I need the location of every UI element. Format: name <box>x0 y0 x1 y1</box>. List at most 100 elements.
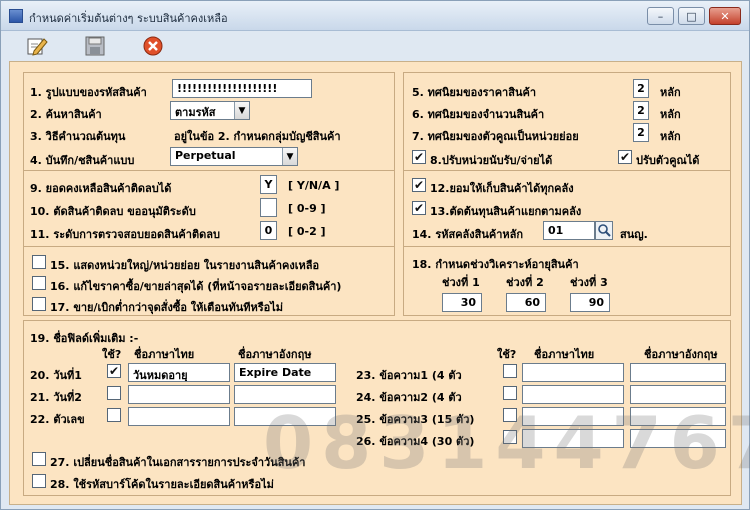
toolbar <box>1 31 749 61</box>
item-6-label: 6. ทศนิยมของจำนวนสินค้า <box>412 108 545 121</box>
number-use-checkbox[interactable] <box>107 408 121 422</box>
text4-thai-input[interactable] <box>522 429 624 448</box>
close-icon: ✕ <box>720 9 730 23</box>
date2-eng-input[interactable] <box>234 385 336 404</box>
title-bar: กำหนดค่าเริ่มต้นต่างๆ ระบบสินค้าคงเหลือ … <box>1 1 749 31</box>
aging-period-3-label: ช่วงที่ 3 <box>570 276 608 289</box>
qty-decimals-input[interactable]: 2 <box>633 101 649 120</box>
col-use-left: ใช้? <box>102 348 122 361</box>
text4-use-checkbox[interactable] <box>503 430 517 444</box>
approval-level-input[interactable] <box>260 198 277 217</box>
edit-price-checkbox[interactable] <box>32 276 46 290</box>
panel-negative-stock: 9. ยอดคงเหลือสินค้าติดลบได้ Y [ Y/N/A ] … <box>23 170 395 248</box>
minimize-button[interactable]: – <box>647 7 674 25</box>
panel-aging: 18. กำหนดช่วงวิเคราะห์อายุสินค้า ช่วงที่… <box>403 246 731 316</box>
panel-decimals: 5. ทศนิยมของราคาสินค้า 2 หลัก 6. ทศนิยมข… <box>403 72 731 176</box>
warehouse-lookup-button[interactable] <box>595 221 613 240</box>
item-27-label: 27. เปลี่ยนชื่อสินค้าในเอกสารรายการประจำ… <box>50 456 306 469</box>
col-thai-right: ชื่อภาษาไทย <box>534 348 595 361</box>
item-17-label: 17. ขาย/เบิกต่ำกว่าจุดสั่งซื้อ ให้เตือนท… <box>50 301 284 314</box>
number-thai-input[interactable] <box>128 407 230 426</box>
main-warehouse-input[interactable]: 01 <box>543 221 595 240</box>
aging-period-1-input[interactable]: 30 <box>442 293 482 312</box>
item-11-hint: [ 0-2 ] <box>288 225 326 238</box>
edit-button[interactable] <box>25 35 49 57</box>
costing-method-value: อยู่ในข้อ 2. กำหนดกลุ่มบัญชีสินค้า <box>174 130 341 143</box>
unit-label-5: หลัก <box>660 86 681 99</box>
unit-label-6: หลัก <box>660 108 681 121</box>
panel-general: 1. รูปแบบของรหัสสินค้า !!!!!!!!!!!!!!!!!… <box>23 72 395 176</box>
item-23-label: 23. ข้อความ1 (4 ตัว <box>356 369 462 382</box>
aging-period-2-input[interactable]: 60 <box>506 293 546 312</box>
warehouse-name: สนญ. <box>620 228 648 241</box>
cancel-icon <box>143 36 163 56</box>
reorder-warning-checkbox[interactable] <box>32 297 46 311</box>
maximize-icon: □ <box>686 9 697 23</box>
text3-use-checkbox[interactable] <box>503 408 517 422</box>
item-15-label: 15. แสดงหน่วยใหญ่/หน่วยย่อย ในรายงานสินค… <box>50 259 320 272</box>
negative-stock-input[interactable]: Y <box>260 175 277 194</box>
item-2-label: 2. ค้นหาสินค้า <box>30 108 102 121</box>
item-8-label: 8.ปรับหน่วยนับรับ/จ่ายได้ <box>430 154 553 167</box>
show-units-checkbox[interactable] <box>32 255 46 269</box>
date1-thai-input[interactable]: วันหมดอายุ <box>128 363 230 382</box>
close-button[interactable]: ✕ <box>709 7 741 25</box>
inventory-mode-value: Perpetual <box>175 149 236 162</box>
search-mode-select[interactable]: ตามรหัส ▼ <box>170 101 250 120</box>
text1-thai-input[interactable] <box>522 363 624 382</box>
date2-use-checkbox[interactable] <box>107 386 121 400</box>
unit-label-7: หลัก <box>660 130 681 143</box>
number-eng-input[interactable] <box>234 407 336 426</box>
item-11-label: 11. ระดับการตรวจสอบยอดสินค้าติดลบ <box>30 228 220 241</box>
item-14-label: 14. รหัสคลังสินค้าหลัก <box>412 228 524 241</box>
col-thai-left: ชื่อภาษาไทย <box>134 348 195 361</box>
app-icon <box>9 9 23 23</box>
inventory-mode-select[interactable]: Perpetual ▼ <box>170 147 298 166</box>
text2-thai-input[interactable] <box>522 385 624 404</box>
date1-eng-input[interactable]: Expire Date <box>234 363 336 382</box>
save-button[interactable] <box>83 35 107 57</box>
item-13-label: 13.ตัดต้นทุนสินค้าแยกตามคลัง <box>430 205 582 218</box>
price-decimals-input[interactable]: 2 <box>633 79 649 98</box>
barcode-checkbox[interactable] <box>32 474 46 488</box>
item-7-label: 7. ทศนิยมของตัวคูณเป็นหน่วยย่อย <box>412 130 579 143</box>
text1-eng-input[interactable] <box>630 363 726 382</box>
cancel-button[interactable] <box>141 35 165 57</box>
text4-eng-input[interactable] <box>630 429 726 448</box>
item-28-label: 28. ใช้รหัสบาร์โค้ดในรายละเอียดสินค้าหรื… <box>50 478 274 491</box>
adjust-multiplier-checkbox[interactable]: ✔ <box>618 150 632 164</box>
minimize-icon: – <box>657 9 664 23</box>
chevron-down-icon: ▼ <box>282 148 297 165</box>
cost-by-warehouse-checkbox[interactable]: ✔ <box>412 201 426 215</box>
edit-icon <box>27 38 48 56</box>
col-use-right: ใช้? <box>497 348 517 361</box>
item-3-label: 3. วิธีคำนวณต้นทุน <box>30 130 126 143</box>
text2-eng-input[interactable] <box>630 385 726 404</box>
item-26-label: 26. ข้อความ4 (30 ตัว) <box>356 435 475 448</box>
panel-extra-fields: 19. ชื่อฟิลด์เพิ่มเติม :- ใช้? ชื่อภาษาไ… <box>23 320 731 496</box>
all-warehouse-checkbox[interactable]: ✔ <box>412 178 426 192</box>
item-code-format-input[interactable]: !!!!!!!!!!!!!!!!!!!! <box>172 79 312 98</box>
search-mode-value: ตามรหัส <box>175 106 216 119</box>
panel-warehouse: ✔ 12.ยอมให้เก็บสินค้าได้ทุกคลัง ✔ 13.ตัด… <box>403 170 731 248</box>
rename-item-checkbox[interactable] <box>32 452 46 466</box>
panel-options: 15. แสดงหน่วยใหญ่/หน่วยย่อย ในรายงานสินค… <box>23 246 395 316</box>
aging-period-3-input[interactable]: 90 <box>570 293 610 312</box>
multiplier-decimals-input[interactable]: 2 <box>633 123 649 142</box>
date2-thai-input[interactable] <box>128 385 230 404</box>
adjust-unit-checkbox[interactable]: ✔ <box>412 150 426 164</box>
text3-eng-input[interactable] <box>630 407 726 426</box>
item-5-label: 5. ทศนิยมของราคาสินค้า <box>412 86 536 99</box>
adjust-multiplier-label: ปรับตัวคูณได้ <box>636 154 700 167</box>
item-21-label: 21. วันที่2 <box>30 391 82 404</box>
check-level-input[interactable]: 0 <box>260 221 277 240</box>
item-24-label: 24. ข้อความ2 (4 ตัว <box>356 391 462 404</box>
text2-use-checkbox[interactable] <box>503 386 517 400</box>
text3-thai-input[interactable] <box>522 407 624 426</box>
maximize-button[interactable]: □ <box>678 7 705 25</box>
date1-use-checkbox[interactable]: ✔ <box>107 364 121 378</box>
item-25-label: 25. ข้อความ3 (15 ตัว) <box>356 413 475 426</box>
item-9-hint: [ Y/N/A ] <box>288 179 340 192</box>
text1-use-checkbox[interactable] <box>503 364 517 378</box>
item-10-label: 10. ตัดสินค้าติดลบ ขออนุมัติระดับ <box>30 205 196 218</box>
